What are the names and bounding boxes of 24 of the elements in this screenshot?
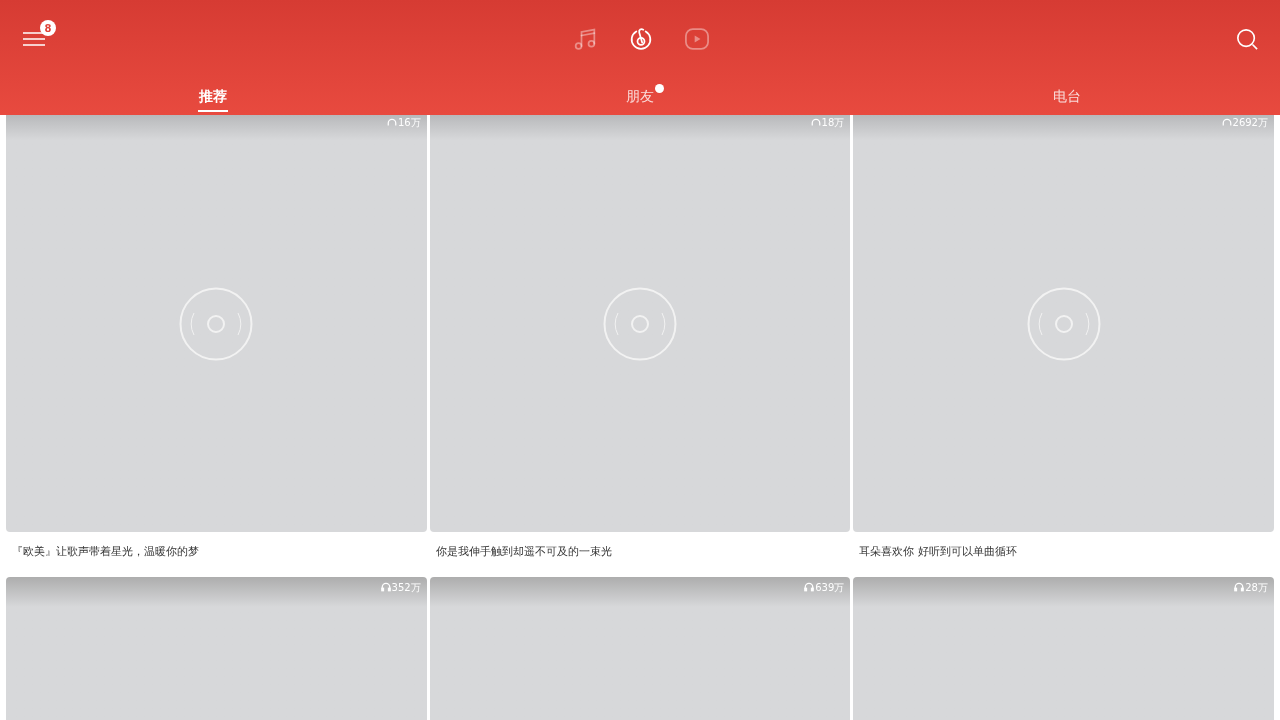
playlist-cover[interactable]: 28万 [853, 577, 1274, 720]
headphones-icon [1234, 582, 1245, 592]
notification-badge: 8 [40, 20, 56, 36]
play-count: 352万 [391, 581, 421, 595]
playlist-cover[interactable]: 352万 [6, 577, 427, 720]
headphones-icon [810, 117, 821, 128]
headphones-icon [386, 117, 397, 128]
play-count: 639万 [815, 581, 845, 595]
playlist-title[interactable]: 你是我伸手触到却遥不可及的一束光 [435, 545, 612, 558]
tab[interactable]: 电台 [1051, 86, 1082, 112]
play-count: 28万 [1245, 581, 1268, 595]
playlist-title[interactable]: 『欧美』让歌声带着星光，温暖你的梦 [12, 545, 199, 558]
search-icon[interactable] [1236, 28, 1258, 50]
headphones-icon [1221, 117, 1232, 128]
tab[interactable]: 推荐 [198, 86, 229, 112]
tab[interactable]: 朋友 [625, 86, 655, 112]
disc-icon [179, 286, 254, 361]
disc-icon [603, 286, 677, 361]
playlist-title[interactable]: 耳朵喜欢你 好听到可以单曲循环 [859, 545, 1017, 558]
headphones-icon [380, 582, 391, 592]
menu-icon[interactable] [22, 29, 46, 49]
headphones-icon [804, 582, 815, 592]
playlist-cover[interactable]: 639万 [429, 577, 851, 720]
disc-icon [1026, 286, 1101, 361]
